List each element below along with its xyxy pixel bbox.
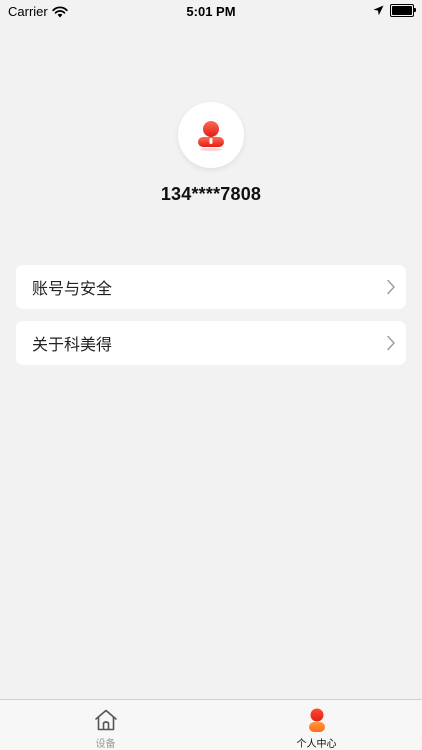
- menu-item-account-security[interactable]: 账号与安全: [16, 265, 406, 309]
- chevron-right-icon: [387, 335, 395, 351]
- location-arrow-icon: [373, 5, 384, 16]
- user-avatar-icon: [198, 121, 224, 151]
- tab-label: 个人中心: [296, 739, 337, 750]
- tab-devices[interactable]: 设备: [0, 700, 211, 750]
- phone-number: 134****7808: [160, 184, 262, 204]
- status-bar: Carrier 5:01 PM: [0, 0, 422, 22]
- tab-profile[interactable]: 个人中心: [211, 700, 422, 750]
- menu-item-label: 关于科美得: [32, 335, 113, 354]
- status-right: [373, 4, 416, 17]
- home-icon: [94, 709, 117, 731]
- avatar[interactable]: [178, 102, 244, 168]
- menu-item-about[interactable]: 关于科美得: [16, 321, 406, 365]
- tab-label: 设备: [95, 739, 116, 750]
- tab-bar: 设备 个人中心: [0, 699, 422, 750]
- menu-item-label: 账号与安全: [32, 279, 113, 298]
- battery-icon: [390, 4, 416, 17]
- chevron-right-icon: [387, 279, 395, 295]
- person-icon: [308, 708, 325, 732]
- status-time: 5:01 PM: [186, 4, 236, 19]
